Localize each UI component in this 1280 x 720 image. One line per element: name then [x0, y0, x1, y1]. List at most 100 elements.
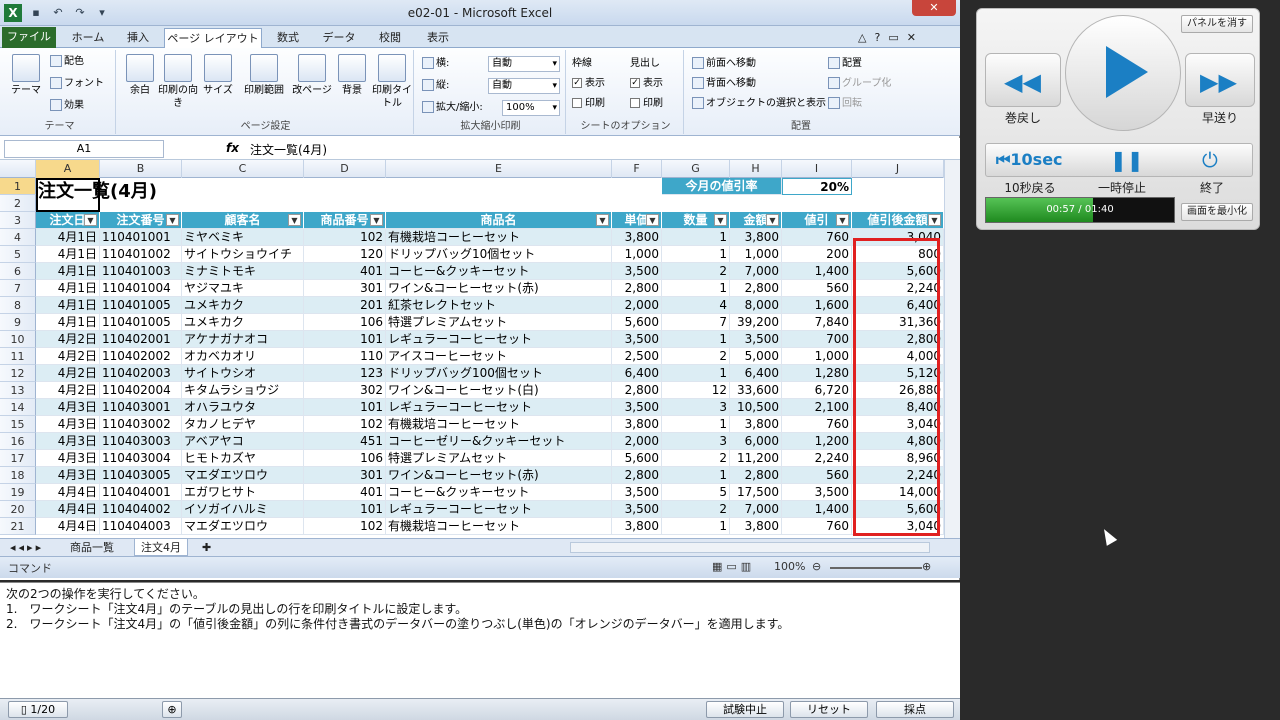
table-cell[interactable]: 2,000: [612, 297, 662, 314]
table-cell[interactable]: 1: [662, 467, 730, 484]
table-cell[interactable]: 1,600: [782, 297, 852, 314]
table-cell[interactable]: レギュラーコーヒーセット: [386, 501, 612, 518]
table-cell[interactable]: 106: [304, 450, 386, 467]
table-cell[interactable]: 7,000: [730, 263, 782, 280]
table-cell[interactable]: 401: [304, 263, 386, 280]
table-cell[interactable]: 1,000: [612, 246, 662, 263]
sheet-title-cell[interactable]: 注文一覧(4月): [36, 178, 157, 212]
table-cell[interactable]: マエダエツロウ: [182, 467, 304, 484]
page-indicator[interactable]: ▯ 1/20: [8, 701, 68, 718]
table-cell[interactable]: 2,000: [612, 433, 662, 450]
grade-button[interactable]: 採点: [876, 701, 954, 718]
table-cell[interactable]: 紅茶セレクトセット: [386, 297, 612, 314]
table-cell[interactable]: コーヒーゼリー&クッキーセット: [386, 433, 612, 450]
table-cell[interactable]: 1: [662, 416, 730, 433]
reset-button[interactable]: リセット: [790, 701, 868, 718]
bring-forward-button[interactable]: 前面へ移動: [692, 56, 756, 72]
row-header[interactable]: 17: [0, 450, 36, 467]
tab-home[interactable]: ホーム: [64, 28, 112, 48]
table-cell[interactable]: ヤジマユキ: [182, 280, 304, 297]
zoom-level[interactable]: 100%: [774, 560, 805, 573]
theme-button[interactable]: テーマ: [6, 54, 46, 97]
table-cell[interactable]: 5: [662, 484, 730, 501]
table-cell[interactable]: コーヒー&クッキーセット: [386, 263, 612, 280]
filter-dropdown-icon[interactable]: ▼: [836, 214, 849, 226]
table-cell[interactable]: 110403002: [100, 416, 182, 433]
tab-view[interactable]: 表示: [416, 28, 460, 48]
column-header[interactable]: G: [662, 160, 730, 178]
row-header[interactable]: 7: [0, 280, 36, 297]
row-header[interactable]: 18: [0, 467, 36, 484]
tab-file[interactable]: ファイル: [2, 27, 56, 48]
table-cell[interactable]: ドリップバッグ100個セット: [386, 365, 612, 382]
table-cell[interactable]: 3,500: [612, 399, 662, 416]
table-cell[interactable]: オハラユウタ: [182, 399, 304, 416]
table-cell[interactable]: 7,000: [730, 501, 782, 518]
name-box[interactable]: A1: [4, 140, 164, 158]
ribbon-window-controls[interactable]: △?▭✕: [846, 28, 936, 48]
table-cell[interactable]: 特選プレミアムセット: [386, 450, 612, 467]
table-cell[interactable]: 3,800: [612, 518, 662, 535]
orientation-button[interactable]: 印刷の向き: [158, 54, 198, 110]
table-cell[interactable]: 110402001: [100, 331, 182, 348]
filter-dropdown-icon[interactable]: ▼: [646, 214, 659, 226]
table-cell[interactable]: 110404001: [100, 484, 182, 501]
table-cell[interactable]: 33,600: [730, 382, 782, 399]
table-cell[interactable]: 特選プレミアムセット: [386, 314, 612, 331]
table-cell[interactable]: 3,800: [730, 518, 782, 535]
table-cell[interactable]: 4月3日: [36, 450, 100, 467]
table-cell[interactable]: コーヒー&クッキーセット: [386, 484, 612, 501]
table-cell[interactable]: 3: [662, 433, 730, 450]
table-cell[interactable]: 101: [304, 331, 386, 348]
table-cell[interactable]: 4月4日: [36, 501, 100, 518]
column-header[interactable]: A: [36, 160, 100, 178]
zoom-out-icon[interactable]: ⊖: [812, 560, 821, 573]
discount-label-cell[interactable]: 今月の値引率: [662, 178, 782, 195]
discount-value-cell[interactable]: 20%: [782, 178, 852, 195]
print-area-button[interactable]: 印刷範囲: [240, 54, 288, 97]
print-titles-button[interactable]: 印刷タイトル: [372, 54, 412, 110]
table-cell[interactable]: 4月1日: [36, 280, 100, 297]
row-header[interactable]: 2: [0, 195, 36, 212]
table-cell[interactable]: 102: [304, 518, 386, 535]
table-cell[interactable]: 301: [304, 280, 386, 297]
effects-button[interactable]: 効果: [50, 98, 84, 114]
table-cell[interactable]: ワイン&コーヒーセット(白): [386, 382, 612, 399]
table-cell[interactable]: 39,200: [730, 314, 782, 331]
table-cell[interactable]: キタムラショウジ: [182, 382, 304, 399]
table-cell[interactable]: 4月1日: [36, 229, 100, 246]
table-cell[interactable]: アケナガナオコ: [182, 331, 304, 348]
table-cell[interactable]: 110401004: [100, 280, 182, 297]
row-header[interactable]: 10: [0, 331, 36, 348]
row-header[interactable]: 19: [0, 484, 36, 501]
table-cell[interactable]: 110404003: [100, 518, 182, 535]
table-cell[interactable]: 760: [782, 229, 852, 246]
table-cell[interactable]: 5,000: [730, 348, 782, 365]
filter-dropdown-icon[interactable]: ▼: [370, 214, 383, 226]
sheet-tab-products[interactable]: 商品一覧: [64, 539, 120, 556]
table-cell[interactable]: ユメキカク: [182, 297, 304, 314]
table-cell[interactable]: 110403005: [100, 467, 182, 484]
table-cell[interactable]: 110401005: [100, 314, 182, 331]
select-all-corner[interactable]: [0, 160, 36, 178]
height-select[interactable]: 自動: [488, 78, 560, 94]
table-cell[interactable]: 301: [304, 467, 386, 484]
tab-formulas[interactable]: 数式: [266, 28, 310, 48]
table-cell[interactable]: サイトウシオ: [182, 365, 304, 382]
hide-panel-button[interactable]: パネルを消す: [1181, 15, 1253, 33]
table-cell[interactable]: 1,000: [730, 246, 782, 263]
row-header[interactable]: 21: [0, 518, 36, 535]
table-cell[interactable]: 3,500: [612, 263, 662, 280]
table-cell[interactable]: 1,400: [782, 263, 852, 280]
table-header-cell[interactable]: 顧客名 ▼: [182, 212, 304, 229]
table-header-cell[interactable]: 値引 ▼: [782, 212, 852, 229]
table-cell[interactable]: 8,000: [730, 297, 782, 314]
table-cell[interactable]: 2,800: [612, 467, 662, 484]
table-cell[interactable]: 110401003: [100, 263, 182, 280]
table-cell[interactable]: 110403003: [100, 433, 182, 450]
table-cell[interactable]: 201: [304, 297, 386, 314]
zoom-slider[interactable]: [830, 567, 922, 569]
row-header[interactable]: 9: [0, 314, 36, 331]
tab-review[interactable]: 校閲: [368, 28, 412, 48]
table-cell[interactable]: 2,800: [612, 382, 662, 399]
